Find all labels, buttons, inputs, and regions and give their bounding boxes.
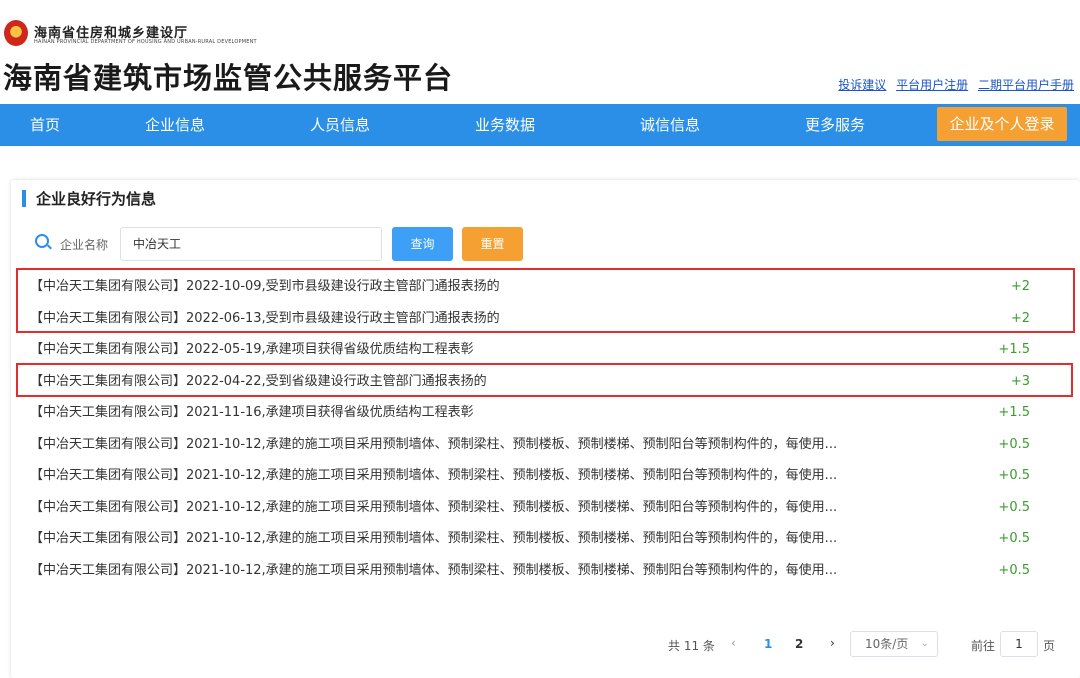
record-text: 【中冶天工集团有限公司】2021-10-12,承建的施工项目采用预制墙体、预制梁… <box>30 563 838 578</box>
record-score: +1.5 <box>998 342 1030 357</box>
page-1-button[interactable]: 1 <box>764 637 772 651</box>
nav-item-more-services[interactable]: 更多服务 <box>805 104 865 146</box>
site-header: 海南省住房和城乡建设厅 HAINAN PROVINCIAL DEPARTMENT… <box>0 0 1080 104</box>
record-text: 【中冶天工集团有限公司】2022-05-19,承建项目获得省级优质结构工程表彰 <box>30 342 474 357</box>
record-text: 【中冶天工集团有限公司】2021-10-12,承建的施工项目采用预制墙体、预制梁… <box>30 437 838 452</box>
nav-item-credit[interactable]: 诚信信息 <box>640 104 700 146</box>
nav-item-home[interactable]: 首页 <box>30 104 60 146</box>
chevron-down-icon: ⌄ <box>920 638 929 649</box>
goto-page-input[interactable]: 1 <box>1000 631 1038 657</box>
record-text: 【中冶天工集团有限公司】2021-10-12,承建的施工项目采用预制墙体、预制梁… <box>30 500 838 515</box>
login-button[interactable]: 企业及个人登录 <box>937 107 1067 141</box>
register-link[interactable]: 平台用户注册 <box>896 78 968 92</box>
record-score: +0.5 <box>998 437 1030 452</box>
list-item[interactable]: 【中冶天工集团有限公司】2021-10-12,承建的施工项目采用预制墙体、预制梁… <box>30 429 1040 460</box>
list-item[interactable]: 【中冶天工集团有限公司】2021-11-16,承建项目获得省级优质结构工程表彰 … <box>30 397 1040 428</box>
next-page-icon[interactable]: › <box>830 636 835 650</box>
record-text: 【中冶天工集团有限公司】2021-10-12,承建的施工项目采用预制墙体、预制梁… <box>30 531 838 546</box>
national-emblem-logo <box>4 20 28 46</box>
site-title: 海南省建筑市场监管公共服务平台 <box>3 61 454 95</box>
page-unit-label: 页 <box>1043 639 1056 653</box>
company-name-input[interactable]: 中冶天工 <box>120 227 382 261</box>
record-score: +0.5 <box>998 531 1030 546</box>
highlight-box <box>16 363 1073 397</box>
record-score: +0.5 <box>998 563 1030 578</box>
prev-page-icon[interactable]: ‹ <box>731 636 736 650</box>
complaint-link[interactable]: 投诉建议 <box>838 78 886 92</box>
search-icon <box>35 234 49 248</box>
department-name-english: HAINAN PROVINCIAL DEPARTMENT OF HOUSING … <box>34 39 257 45</box>
record-text: 【中冶天工集团有限公司】2021-10-12,承建的施工项目采用预制墙体、预制梁… <box>30 468 838 483</box>
nav-item-personnel[interactable]: 人员信息 <box>310 104 370 146</box>
highlight-box <box>16 268 1075 333</box>
record-text: 【中冶天工集团有限公司】2021-11-16,承建项目获得省级优质结构工程表彰 <box>30 405 474 420</box>
manual-link[interactable]: 二期平台用户手册 <box>978 78 1074 92</box>
list-item[interactable]: 【中冶天工集团有限公司】2022-05-19,承建项目获得省级优质结构工程表彰 … <box>30 334 1040 365</box>
list-item[interactable]: 【中冶天工集团有限公司】2021-10-12,承建的施工项目采用预制墙体、预制梁… <box>30 523 1040 554</box>
search-label: 企业名称 <box>60 238 109 252</box>
list-item[interactable]: 【中冶天工集团有限公司】2021-10-12,承建的施工项目采用预制墙体、预制梁… <box>30 492 1040 523</box>
pagination-total: 共 11 条 <box>668 639 715 653</box>
page-size-value: 10条/页 <box>865 637 909 651</box>
nav-item-business-data[interactable]: 业务数据 <box>475 104 535 146</box>
list-item[interactable]: 【中冶天工集团有限公司】2021-10-12,承建的施工项目采用预制墙体、预制梁… <box>30 555 1040 586</box>
main-nav: 首页 企业信息 人员信息 业务数据 诚信信息 更多服务 <box>0 104 1080 146</box>
record-score: +0.5 <box>998 468 1030 483</box>
record-score: +1.5 <box>998 405 1030 420</box>
panel-title: 企业良好行为信息 <box>36 190 157 208</box>
query-button[interactable]: 查询 <box>392 227 453 261</box>
nav-item-enterprise[interactable]: 企业信息 <box>145 104 205 146</box>
list-item[interactable]: 【中冶天工集团有限公司】2021-10-12,承建的施工项目采用预制墙体、预制梁… <box>30 460 1040 491</box>
record-score: +0.5 <box>998 500 1030 515</box>
header-links: 投诉建议 平台用户注册 二期平台用户手册 <box>832 76 1074 93</box>
reset-button[interactable]: 重置 <box>462 227 523 261</box>
goto-label: 前往 <box>971 639 996 653</box>
page-2-button[interactable]: 2 <box>795 637 803 651</box>
page-size-select[interactable]: 10条/页 ⌄ <box>850 631 938 657</box>
title-accent-bar <box>22 190 26 207</box>
